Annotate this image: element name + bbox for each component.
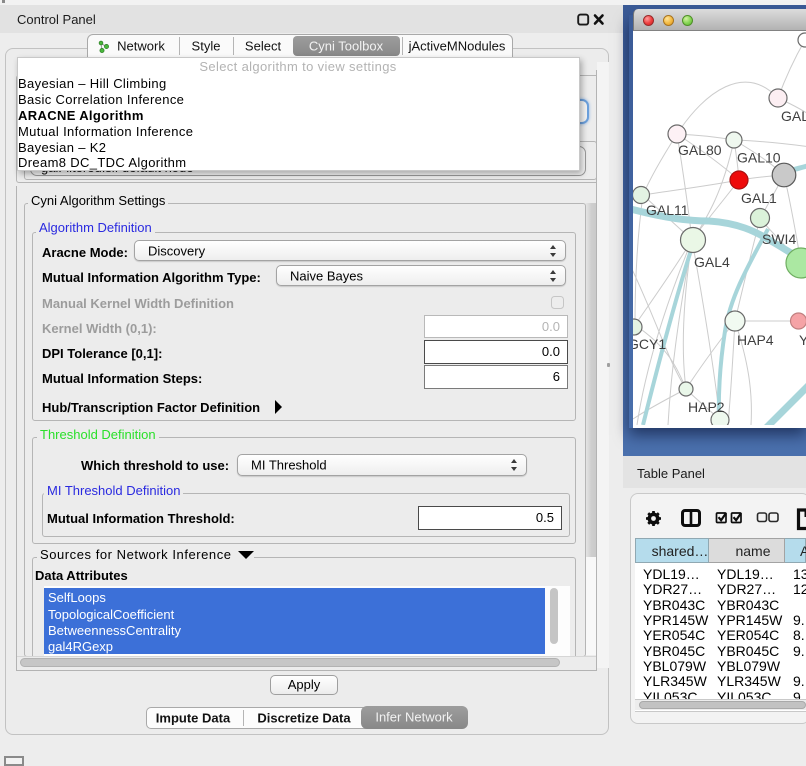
svg-text:GAL10: GAL10 [737, 150, 781, 166]
svg-text:HAP2: HAP2 [688, 399, 725, 415]
svg-text:SWI4: SWI4 [762, 231, 796, 247]
svg-text:YJ: YJ [799, 332, 806, 348]
svg-text:GAL1: GAL1 [741, 190, 777, 206]
svg-text:GAL80: GAL80 [678, 142, 722, 158]
svg-text:HAP4: HAP4 [737, 332, 774, 348]
svg-text:GCY1: GCY1 [633, 336, 666, 352]
svg-text:GAL2: GAL2 [781, 108, 806, 124]
svg-text:GAL4: GAL4 [694, 254, 730, 270]
svg-text:GAL11: GAL11 [646, 202, 689, 218]
